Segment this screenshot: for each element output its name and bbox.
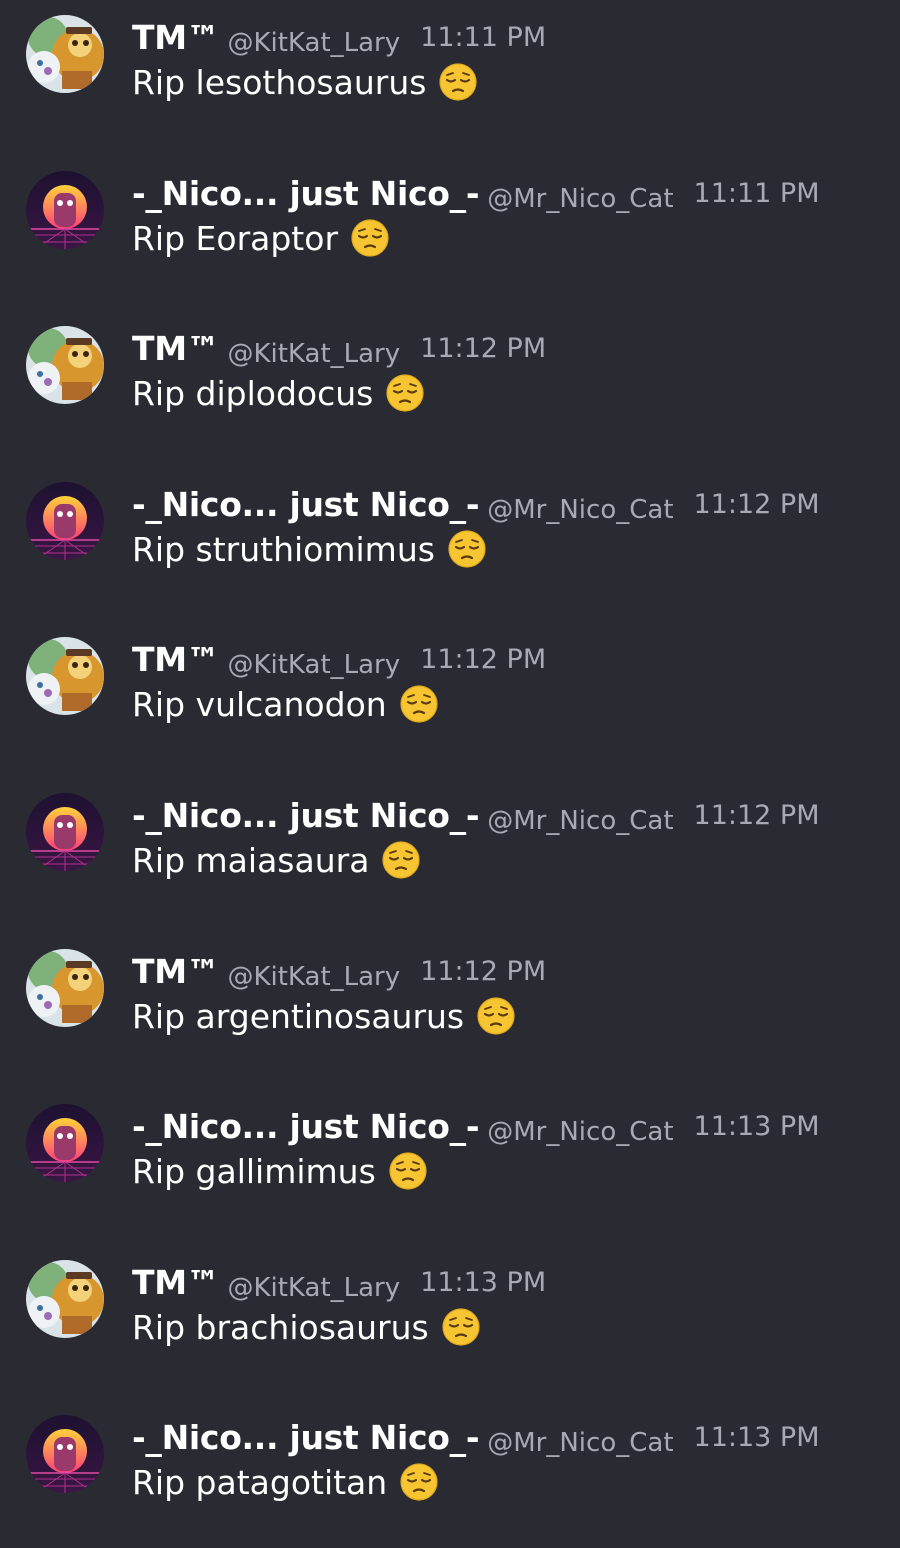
message-header: -_Nico... just Nico_- @Mr_Nico_Cat 11:13… bbox=[132, 1107, 820, 1147]
pensive-face-icon bbox=[399, 1462, 439, 1502]
message-body: Rip diplodocus bbox=[132, 373, 425, 413]
author-handle[interactable]: @KitKat_Lary bbox=[227, 962, 400, 992]
author-name[interactable]: -_Nico... just Nico_- bbox=[132, 1418, 480, 1457]
author-handle[interactable]: @KitKat_Lary bbox=[227, 650, 400, 680]
avatar[interactable] bbox=[26, 1260, 104, 1338]
message-body: Rip patagotitan bbox=[132, 1462, 439, 1502]
message-text: Rip Eoraptor bbox=[132, 218, 339, 258]
message-item[interactable]: TM™ @KitKat_Lary 11:12 PM Rip diplodocus bbox=[0, 311, 900, 441]
message-text: Rip patagotitan bbox=[132, 1462, 388, 1502]
pensive-face-icon bbox=[350, 218, 390, 258]
avatar[interactable] bbox=[26, 15, 104, 93]
timestamp: 11:12 PM bbox=[693, 489, 820, 520]
message-text: Rip argentinosaurus bbox=[132, 996, 465, 1036]
author-handle[interactable]: @KitKat_Lary bbox=[227, 339, 400, 369]
author-handle[interactable]: @Mr_Nico_Cat bbox=[487, 495, 673, 525]
message-body: Rip brachiosaurus bbox=[132, 1307, 481, 1347]
pensive-face-icon bbox=[438, 62, 478, 102]
timestamp: 11:12 PM bbox=[420, 333, 547, 364]
message-item[interactable]: -_Nico... just Nico_- @Mr_Nico_Cat 11:11… bbox=[0, 156, 900, 286]
message-text: Rip struthiomimus bbox=[132, 529, 435, 569]
message-body: Rip maiasaura bbox=[132, 840, 421, 880]
author-name[interactable]: TM™ bbox=[132, 952, 220, 991]
message-item[interactable]: -_Nico... just Nico_- @Mr_Nico_Cat 11:12… bbox=[0, 467, 900, 597]
message-item[interactable]: TM™ @KitKat_Lary 11:13 PM Rip brachiosau… bbox=[0, 1245, 900, 1375]
author-name[interactable]: TM™ bbox=[132, 329, 220, 368]
avatar[interactable] bbox=[26, 1104, 104, 1182]
message-item[interactable]: TM™ @KitKat_Lary 11:12 PM Rip vulcanodon bbox=[0, 622, 900, 752]
timestamp: 11:13 PM bbox=[420, 1267, 547, 1298]
message-text: Rip brachiosaurus bbox=[132, 1307, 429, 1347]
message-header: TM™ @KitKat_Lary 11:11 PM bbox=[132, 18, 547, 58]
message-item[interactable]: -_Nico... just Nico_- @Mr_Nico_Cat 11:13… bbox=[0, 1089, 900, 1219]
message-body: Rip vulcanodon bbox=[132, 684, 439, 724]
author-name[interactable]: -_Nico... just Nico_- bbox=[132, 1107, 480, 1146]
author-name[interactable]: -_Nico... just Nico_- bbox=[132, 485, 480, 524]
avatar[interactable] bbox=[26, 1415, 104, 1493]
author-name[interactable]: -_Nico... just Nico_- bbox=[132, 174, 480, 213]
avatar[interactable] bbox=[26, 326, 104, 404]
pensive-face-icon bbox=[476, 996, 516, 1036]
author-handle[interactable]: @Mr_Nico_Cat bbox=[487, 806, 673, 836]
timestamp: 11:13 PM bbox=[693, 1422, 820, 1453]
message-header: TM™ @KitKat_Lary 11:12 PM bbox=[132, 640, 547, 680]
pensive-face-icon bbox=[385, 373, 425, 413]
message-body: Rip lesothosaurus bbox=[132, 62, 478, 102]
message-text: Rip gallimimus bbox=[132, 1151, 376, 1191]
author-name[interactable]: TM™ bbox=[132, 640, 220, 679]
message-text: Rip lesothosaurus bbox=[132, 62, 427, 102]
avatar[interactable] bbox=[26, 171, 104, 249]
message-header: TM™ @KitKat_Lary 11:13 PM bbox=[132, 1263, 547, 1303]
message-text: Rip maiasaura bbox=[132, 840, 370, 880]
message-item[interactable]: -_Nico... just Nico_- @Mr_Nico_Cat 11:12… bbox=[0, 778, 900, 908]
pensive-face-icon bbox=[381, 840, 421, 880]
pensive-face-icon bbox=[447, 529, 487, 569]
message-header: TM™ @KitKat_Lary 11:12 PM bbox=[132, 329, 547, 369]
timestamp: 11:12 PM bbox=[420, 956, 547, 987]
author-handle[interactable]: @KitKat_Lary bbox=[227, 28, 400, 58]
timestamp: 11:11 PM bbox=[420, 22, 547, 53]
message-body: Rip argentinosaurus bbox=[132, 996, 516, 1036]
avatar[interactable] bbox=[26, 637, 104, 715]
avatar[interactable] bbox=[26, 482, 104, 560]
avatar[interactable] bbox=[26, 949, 104, 1027]
message-item[interactable]: TM™ @KitKat_Lary 11:11 PM Rip lesothosau… bbox=[0, 0, 900, 130]
pensive-face-icon bbox=[388, 1151, 428, 1191]
author-handle[interactable]: @Mr_Nico_Cat bbox=[487, 184, 673, 214]
author-handle[interactable]: @Mr_Nico_Cat bbox=[487, 1117, 673, 1147]
author-name[interactable]: TM™ bbox=[132, 18, 220, 57]
message-text: Rip vulcanodon bbox=[132, 684, 387, 724]
author-handle[interactable]: @Mr_Nico_Cat bbox=[487, 1428, 673, 1458]
pensive-face-icon bbox=[399, 684, 439, 724]
message-header: -_Nico... just Nico_- @Mr_Nico_Cat 11:13… bbox=[132, 1418, 820, 1458]
timestamp: 11:12 PM bbox=[420, 644, 547, 675]
timestamp: 11:13 PM bbox=[693, 1111, 820, 1142]
author-name[interactable]: TM™ bbox=[132, 1263, 220, 1302]
author-handle[interactable]: @KitKat_Lary bbox=[227, 1273, 400, 1303]
message-body: Rip Eoraptor bbox=[132, 218, 390, 258]
message-header: TM™ @KitKat_Lary 11:12 PM bbox=[132, 952, 547, 992]
message-header: -_Nico... just Nico_- @Mr_Nico_Cat 11:11… bbox=[132, 174, 820, 214]
pensive-face-icon bbox=[441, 1307, 481, 1347]
message-item[interactable]: TM™ @KitKat_Lary 11:12 PM Rip argentinos… bbox=[0, 934, 900, 1064]
message-feed: TM™ @KitKat_Lary 11:11 PM Rip lesothosau… bbox=[0, 0, 900, 1548]
author-name[interactable]: -_Nico... just Nico_- bbox=[132, 796, 480, 835]
message-header: -_Nico... just Nico_- @Mr_Nico_Cat 11:12… bbox=[132, 796, 820, 836]
message-item[interactable]: -_Nico... just Nico_- @Mr_Nico_Cat 11:13… bbox=[0, 1400, 900, 1530]
timestamp: 11:11 PM bbox=[693, 178, 820, 209]
timestamp: 11:12 PM bbox=[693, 800, 820, 831]
message-header: -_Nico... just Nico_- @Mr_Nico_Cat 11:12… bbox=[132, 485, 820, 525]
message-text: Rip diplodocus bbox=[132, 373, 374, 413]
message-body: Rip struthiomimus bbox=[132, 529, 487, 569]
message-body: Rip gallimimus bbox=[132, 1151, 428, 1191]
avatar[interactable] bbox=[26, 793, 104, 871]
